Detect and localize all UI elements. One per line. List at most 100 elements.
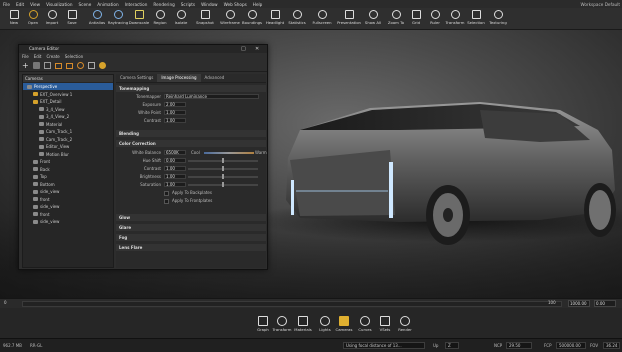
- menu-scripts[interactable]: Scripts: [178, 2, 198, 7]
- tree-item[interactable]: Front: [23, 158, 113, 165]
- menu-web-shops[interactable]: Web Shops: [221, 2, 250, 7]
- dock-curves-button[interactable]: Curves: [355, 316, 375, 336]
- sun-icon[interactable]: [99, 62, 106, 69]
- tab-camera-settings[interactable]: Camera Settings: [116, 74, 157, 82]
- tree-item[interactable]: 3_4_View: [23, 106, 113, 113]
- layout-icon[interactable]: [88, 62, 95, 69]
- view-icon[interactable]: [44, 62, 51, 69]
- dock-materials-button[interactable]: Materials: [293, 316, 313, 336]
- tree-item[interactable]: Bottom: [23, 181, 113, 188]
- toolbar-save-button[interactable]: Save: [61, 9, 83, 29]
- tree-item[interactable]: Cam_Track_2: [23, 136, 113, 143]
- toolbar-selection-button[interactable]: Selection: [465, 9, 487, 29]
- cc-contrast-slider-handle[interactable]: [222, 166, 224, 171]
- orange-frame-icon[interactable]: [66, 62, 73, 69]
- tree-item[interactable]: 3_4_View_2: [23, 113, 113, 120]
- ce-menu-selection[interactable]: Selection: [65, 53, 83, 60]
- saturation-slider-handle[interactable]: [222, 182, 224, 187]
- current-frame-field[interactable]: 0.00: [594, 300, 616, 307]
- tree-item[interactable]: Top: [23, 173, 113, 180]
- workspace-selector[interactable]: Workspace Default: [580, 0, 620, 8]
- section-fog[interactable]: Fog: [116, 234, 266, 241]
- section-glow[interactable]: Glow: [116, 214, 266, 221]
- tonemapping-section[interactable]: Tonemapping: [116, 85, 266, 92]
- tree-item[interactable]: Perspective: [23, 83, 113, 90]
- section-glare[interactable]: Glare: [116, 224, 266, 231]
- toolbar-raytracing-button[interactable]: Raytracing: [107, 9, 129, 29]
- toolbar-antialias-button[interactable]: Antialias: [86, 9, 108, 29]
- ce-menu-create[interactable]: Create: [46, 53, 59, 60]
- dock-cameras-button[interactable]: Cameras: [334, 316, 354, 336]
- menu-edit[interactable]: Edit: [13, 2, 27, 7]
- camera-editor-window[interactable]: Camera Editor □ ✕ File Edit Create Selectio…: [18, 44, 268, 270]
- exposure-field[interactable]: 2.00: [164, 102, 186, 107]
- toolbar-isolate-button[interactable]: Isolate: [170, 9, 192, 29]
- saturation-field[interactable]: 1.00: [164, 182, 186, 187]
- white-balance-slider[interactable]: [204, 151, 254, 154]
- up-field[interactable]: Z: [445, 342, 459, 349]
- menu-view[interactable]: View: [27, 2, 43, 7]
- tree-item[interactable]: Editor_View: [23, 143, 113, 150]
- menu-window[interactable]: Window: [198, 2, 221, 7]
- settings-icon[interactable]: [77, 62, 84, 69]
- menu-animation[interactable]: Animation: [94, 2, 121, 7]
- window-titlebar[interactable]: Camera Editor □ ✕: [19, 45, 267, 53]
- tree-item[interactable]: EXT_Overview 1: [23, 91, 113, 98]
- orange-frame-icon[interactable]: [55, 62, 62, 69]
- ce-menu-edit[interactable]: Edit: [34, 53, 42, 60]
- toolbar-texturing-button[interactable]: Texturing: [487, 9, 509, 29]
- brightness-slider-handle[interactable]: [222, 174, 224, 179]
- tree-item[interactable]: Motion Blur: [23, 151, 113, 158]
- tree-item[interactable]: side_view: [23, 203, 113, 210]
- white-point-field[interactable]: 1.00: [164, 110, 186, 115]
- dock-transform-button[interactable]: Transform: [272, 316, 292, 336]
- toolbar-snapshot-button[interactable]: Snapshot: [194, 9, 216, 29]
- end-frame-field[interactable]: 1000.00: [568, 300, 590, 307]
- toolbar-region-button[interactable]: Region: [149, 9, 171, 29]
- toolbar-statistics-button[interactable]: Statistics: [286, 9, 308, 29]
- toolbar-import-button[interactable]: Import: [41, 9, 63, 29]
- brightness-field[interactable]: 1.00: [164, 174, 186, 179]
- tonemapper-dropdown[interactable]: Reinhard Luminance: [164, 94, 259, 99]
- toolbar-downscale-button[interactable]: Downscale: [128, 9, 150, 29]
- menu-file[interactable]: File: [0, 2, 13, 7]
- toolbar-headlight-button[interactable]: Headlight: [264, 9, 286, 29]
- toolbar-boundings-button[interactable]: Boundings: [241, 9, 263, 29]
- toolbar-wireframe-button[interactable]: Wireframe: [219, 9, 241, 29]
- tree-item[interactable]: front: [23, 196, 113, 203]
- dock-render-button[interactable]: Render: [395, 316, 415, 336]
- timeline[interactable]: 0 100 1000.00 0.00: [0, 298, 622, 308]
- camera-icon[interactable]: [33, 62, 40, 69]
- maximize-icon[interactable]: □: [241, 45, 246, 53]
- apply-frontplates-checkbox[interactable]: [164, 199, 169, 204]
- blending-section[interactable]: Blending: [116, 130, 266, 137]
- fcp-field[interactable]: 500000.00: [556, 342, 586, 349]
- apply-backplates-checkbox[interactable]: [164, 191, 169, 196]
- tree-item[interactable]: front: [23, 211, 113, 218]
- toolbar-presentation-button[interactable]: Presentation: [337, 9, 361, 29]
- toolbar-transform-button[interactable]: Transform: [444, 9, 466, 29]
- ce-menu-file[interactable]: File: [22, 53, 29, 60]
- dock-vsets-button[interactable]: VSets: [375, 316, 395, 336]
- tm-contrast-field[interactable]: 1.00: [164, 118, 186, 123]
- tree-item[interactable]: side_view: [23, 188, 113, 195]
- menu-interaction[interactable]: Interaction: [122, 2, 151, 7]
- toolbar-show-all-button[interactable]: Show All: [362, 9, 384, 29]
- toolbar-ruler-button[interactable]: Ruler: [424, 9, 446, 29]
- dock-graph-button[interactable]: Graph: [253, 316, 273, 336]
- fov-field[interactable]: 36.24: [603, 342, 620, 349]
- timeline-ruler[interactable]: [22, 301, 562, 307]
- close-icon[interactable]: ✕: [255, 45, 259, 53]
- tree-item[interactable]: side_view: [23, 218, 113, 225]
- cc-contrast-field[interactable]: 1.00: [164, 166, 186, 171]
- color-correction-section[interactable]: Color Correction: [116, 140, 266, 147]
- tab-advanced[interactable]: Advanced: [201, 74, 229, 82]
- menu-help[interactable]: Help: [250, 2, 266, 7]
- toolbar-zoom-to-button[interactable]: Zoom To: [385, 9, 407, 29]
- tree-item[interactable]: Back: [23, 166, 113, 173]
- menu-scene[interactable]: Scene: [76, 2, 95, 7]
- tree-item[interactable]: EXT_Detail: [23, 98, 113, 105]
- dock-lights-button[interactable]: Lights: [315, 316, 335, 336]
- white-balance-field[interactable]: 6500K: [164, 150, 186, 155]
- ncp-field[interactable]: 29.50: [506, 342, 532, 349]
